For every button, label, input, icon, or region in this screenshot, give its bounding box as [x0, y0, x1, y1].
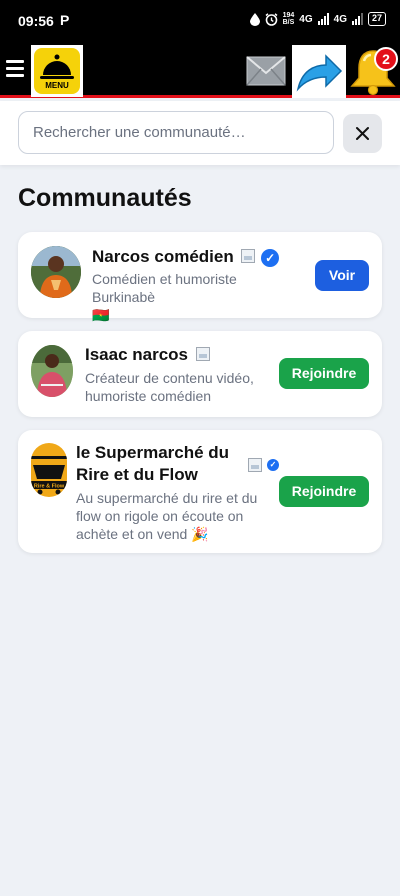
image-placeholder-icon: [195, 347, 210, 361]
verified-badge-icon: ✓: [261, 249, 280, 267]
join-button[interactable]: Rejoindre: [279, 358, 369, 389]
community-description: Créateur de contenu vidéo, humoriste com…: [85, 369, 285, 405]
menu-cloche-icon: MENU: [34, 48, 80, 94]
image-placeholder-icon: [248, 458, 262, 472]
join-button[interactable]: Rejoindre: [279, 476, 369, 507]
signal-icon-2: [351, 13, 363, 25]
signal-icon: [317, 13, 329, 25]
hamburger-icon[interactable]: [6, 60, 24, 80]
status-icons: 194 B/S 4G 4G 27: [249, 12, 386, 26]
clear-search-button[interactable]: [343, 114, 382, 153]
community-name: Isaac narcos: [85, 344, 210, 366]
status-time: 09:56: [18, 13, 54, 29]
avatar: [31, 246, 81, 298]
network-type-2: 4G: [333, 13, 347, 25]
community-name-line: Rire et du Flow: [76, 465, 198, 484]
community-name-text: Narcos comédien: [92, 247, 234, 266]
share-arrow-icon[interactable]: [292, 45, 346, 98]
water-drop-icon: [249, 12, 260, 26]
menu-label: MENU: [45, 81, 69, 90]
search-bar: [0, 101, 400, 165]
community-description-line: achète et on vend 🎉: [76, 526, 209, 542]
alarm-icon: [265, 12, 278, 26]
community-name: le Supermarché du Rire et du Flow: [76, 442, 241, 486]
verified-badge-icon: ✓: [267, 459, 279, 471]
search-input[interactable]: [18, 111, 334, 154]
community-card[interactable]: Narcos comédien ✓ Comédien et humoriste …: [18, 232, 382, 323]
community-description-line: humoriste comédien: [85, 388, 212, 404]
community-name-line: le Supermarché du: [76, 443, 230, 462]
view-button[interactable]: Voir: [315, 260, 369, 291]
net-speed-value: 194: [282, 12, 295, 19]
community-card[interactable]: Isaac narcos Créateur de contenu vidéo, …: [18, 331, 382, 417]
community-card[interactable]: Rire & Flow le Supermarché du Rire et du…: [18, 430, 382, 553]
flag-icon: 🇧🇫: [92, 307, 110, 323]
mail-icon[interactable]: [246, 56, 286, 86]
network-type-1: 4G: [299, 13, 313, 25]
svg-text:Rire & Flow: Rire & Flow: [34, 484, 65, 490]
status-bar: 09:56 P 194 B/S 4G 4G 27: [0, 0, 400, 42]
page-title: Communautés: [18, 184, 192, 212]
community-description-line: Au supermarché du rire et du: [76, 490, 258, 506]
community-description-text: Comédien et humoriste Burkinabè: [92, 271, 237, 305]
notification-p-icon: P: [60, 12, 70, 28]
avatar: [31, 345, 73, 397]
community-description: Comédien et humoriste Burkinabè 🇧🇫: [92, 270, 288, 324]
community-description: Au supermarché du rire et du flow on rig…: [76, 489, 276, 543]
image-placeholder-icon: [241, 249, 256, 263]
community-logo: Rire & Flow: [31, 443, 67, 497]
app-header: MENU: [0, 42, 400, 98]
close-icon: [356, 127, 369, 140]
net-speed: 194 B/S: [283, 12, 295, 26]
community-name-text: Isaac narcos: [85, 345, 189, 364]
notification-count-badge: 2: [374, 47, 398, 71]
net-speed-unit: B/S: [282, 19, 295, 26]
menu-button[interactable]: MENU: [31, 45, 83, 97]
community-description-line: Créateur de contenu vidéo,: [85, 370, 254, 386]
community-name: Narcos comédien ✓: [92, 246, 280, 268]
community-description-line: flow on rigole on écoute on: [76, 508, 244, 524]
battery-icon: 27: [367, 12, 386, 26]
